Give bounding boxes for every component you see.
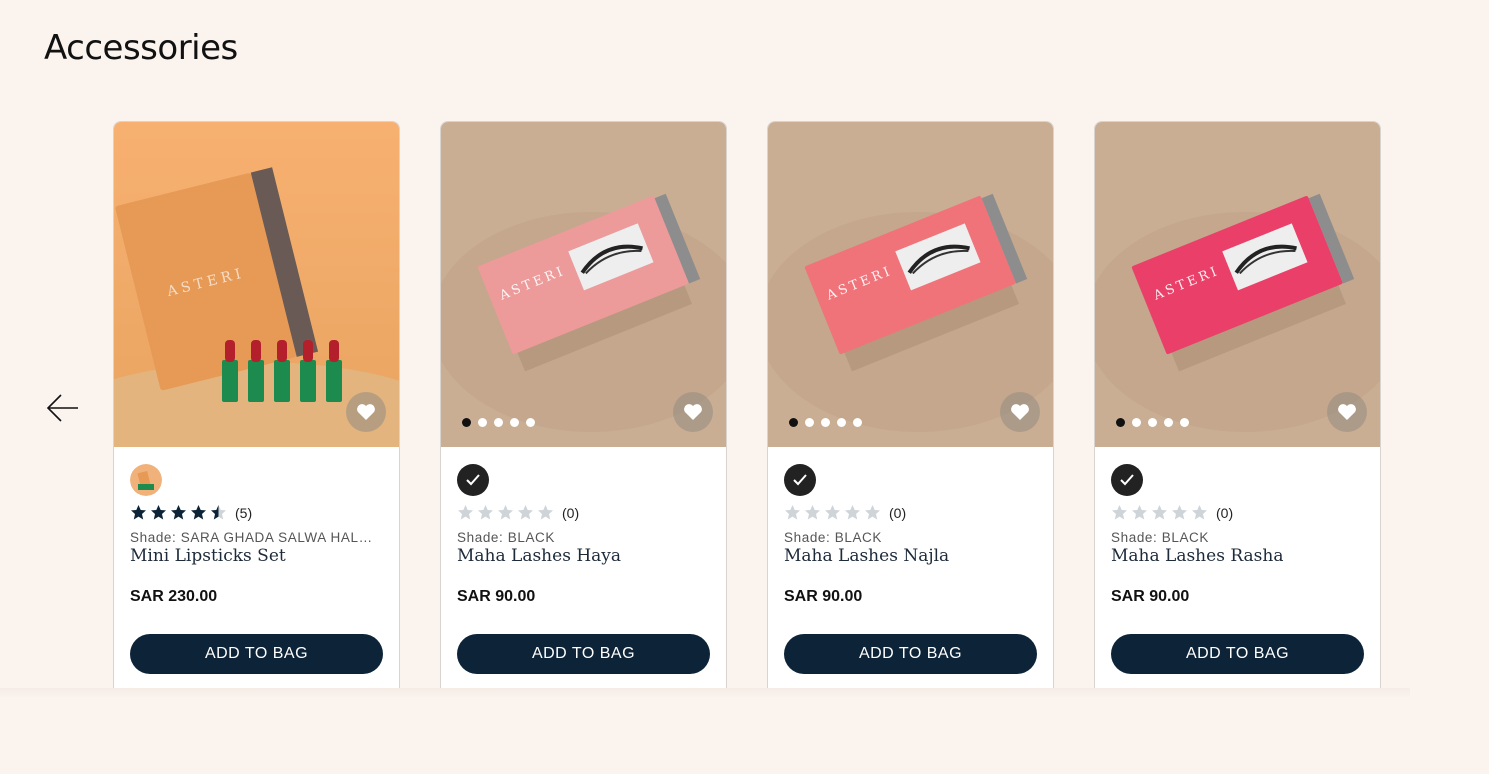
star-icon [1112,505,1127,520]
product-rating: (0) [784,504,906,521]
pagination-dot[interactable] [1132,418,1141,427]
product-name[interactable]: Mini Lipsticks Set [130,546,286,566]
rating-count: (0) [562,504,580,521]
heart-icon [357,404,375,420]
wishlist-button[interactable] [346,392,386,432]
product-price: SAR 90.00 [1111,588,1190,605]
star-icon [538,505,553,520]
product-name[interactable]: Maha Lashes Haya [457,546,621,566]
product-shade: Shade: BLACK [457,530,556,545]
rating-count: (0) [1216,504,1234,521]
product-card[interactable]: ASTERI (0) Shade: BLACK Maha Lashes Rash… [1094,121,1381,695]
pagination-dot[interactable] [478,418,487,427]
star-icon [151,505,166,520]
star-icon [458,505,473,520]
product-rating: (0) [1111,504,1233,521]
shade-swatch-selected[interactable] [784,464,816,496]
star-icon [478,505,493,520]
star-icon [845,505,860,520]
wishlist-button[interactable] [1000,392,1040,432]
wishlist-button[interactable] [673,392,713,432]
star-icon [211,505,226,520]
shade-swatch-selected[interactable] [457,464,489,496]
shade-swatch-selected[interactable] [1111,464,1143,496]
star-icon [498,505,513,520]
star-icon [805,505,820,520]
product-shade: Shade: SARA GHADA SALWA HALA… [130,530,380,545]
arrow-left-icon[interactable] [46,393,80,423]
product-price: SAR 90.00 [457,588,536,605]
wishlist-button[interactable] [1327,392,1367,432]
star-icon [1172,505,1187,520]
add-to-bag-button[interactable]: ADD TO BAG [130,634,383,674]
star-icon [825,505,840,520]
product-card[interactable]: ASTERI (0) Shade: BLACK Maha Lashes Najl… [767,121,1054,695]
pagination-dot[interactable] [510,418,519,427]
star-icon [1192,505,1207,520]
pagination-dot[interactable] [1148,418,1157,427]
product-rating: (5) [130,504,252,521]
star-icon [191,505,206,520]
pagination-dot[interactable] [821,418,830,427]
product-rating: (0) [457,504,579,521]
heart-icon [684,404,702,420]
pagination-dot[interactable] [853,418,862,427]
pagination-dot[interactable] [837,418,846,427]
product-name[interactable]: Maha Lashes Najla [784,546,949,566]
product-shade: Shade: BLACK [1111,530,1210,545]
add-to-bag-button[interactable]: ADD TO BAG [457,634,710,674]
star-icon [1152,505,1167,520]
heart-icon [1011,404,1029,420]
product-card[interactable]: ASTERI (5) Shade: SARA GHADA SALWA HALA…… [113,121,400,695]
image-pagination [1116,418,1189,427]
pagination-dot[interactable] [1116,418,1125,427]
check-icon [466,474,480,486]
add-to-bag-button[interactable]: ADD TO BAG [784,634,1037,674]
star-icon [518,505,533,520]
star-icon [1132,505,1147,520]
pagination-dot[interactable] [1180,418,1189,427]
pagination-dot[interactable] [1164,418,1173,427]
star-icon [785,505,800,520]
product-card[interactable]: ASTERI (0) Shade: BLACK Maha Lashes Haya… [440,121,727,695]
image-pagination [789,418,862,427]
pagination-dot[interactable] [526,418,535,427]
carousel-shadow [0,688,1410,698]
heart-icon [1338,404,1356,420]
product-shade: Shade: BLACK [784,530,883,545]
star-icon [865,505,880,520]
rating-count: (5) [235,504,253,521]
pagination-dot[interactable] [805,418,814,427]
shade-swatch-thumbnail[interactable] [130,464,162,496]
product-name[interactable]: Maha Lashes Rasha [1111,546,1283,566]
product-price: SAR 230.00 [130,588,218,605]
star-icon [131,505,146,520]
pagination-dot[interactable] [789,418,798,427]
check-icon [793,474,807,486]
check-icon [1120,474,1134,486]
star-icon [171,505,186,520]
image-pagination [462,418,535,427]
pagination-dot[interactable] [462,418,471,427]
pagination-dot[interactable] [494,418,503,427]
section-title: Accessories [44,28,238,68]
add-to-bag-button[interactable]: ADD TO BAG [1111,634,1364,674]
product-price: SAR 90.00 [784,588,863,605]
rating-count: (0) [889,504,907,521]
